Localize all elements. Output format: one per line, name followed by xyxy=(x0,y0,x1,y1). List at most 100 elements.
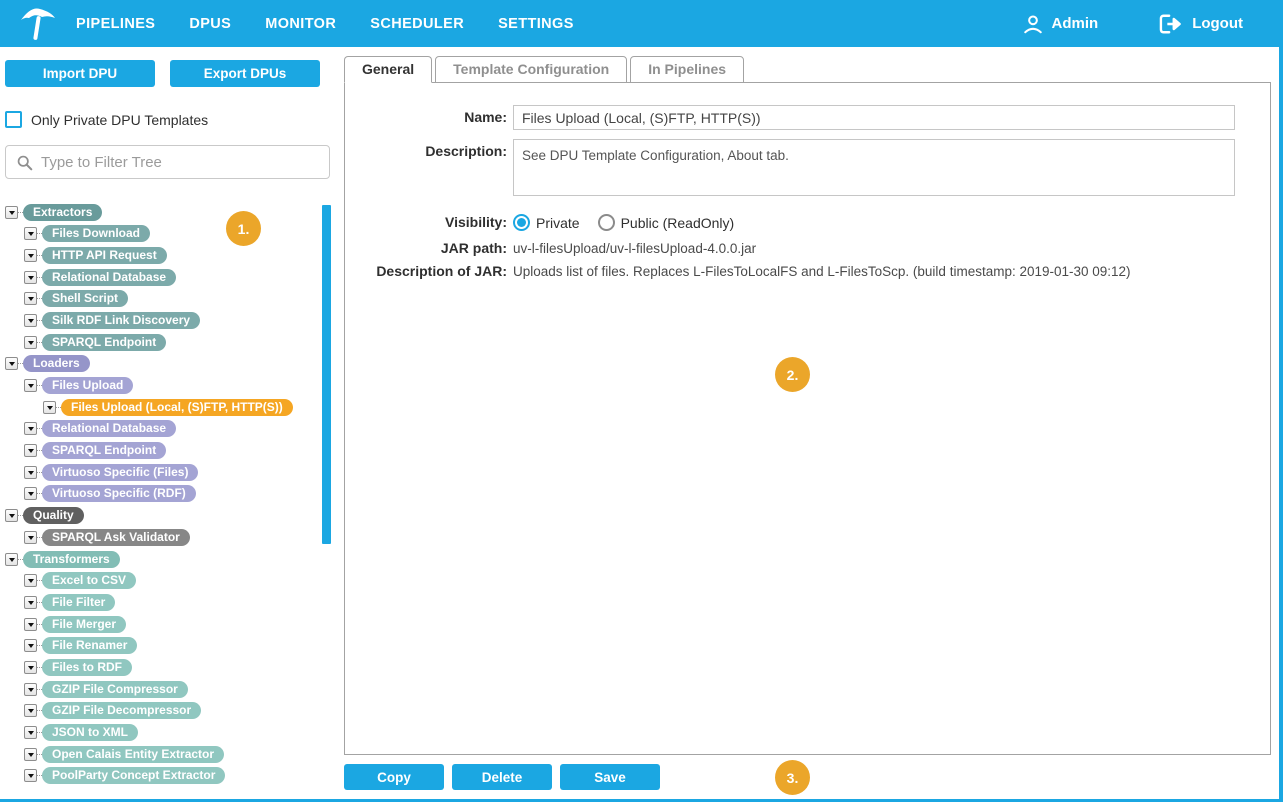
chevron-down-icon xyxy=(28,276,34,280)
top-navigation-bar: PIPELINES DPUS MONITOR SCHEDULER SETTINGS Ad… xyxy=(0,0,1283,47)
tree-expander-icon[interactable] xyxy=(24,444,37,457)
tree-item[interactable]: Open Calais Entity Extractor xyxy=(42,746,224,763)
radio-dot xyxy=(517,218,526,227)
only-private-templates-checkbox[interactable] xyxy=(5,111,22,128)
nav-item-dpus[interactable]: DPUS xyxy=(189,16,231,32)
chevron-down-icon xyxy=(28,449,34,453)
radio-unselected-icon[interactable] xyxy=(598,214,615,231)
tree-row: Relational Database xyxy=(0,268,340,286)
description-input[interactable] xyxy=(513,139,1235,196)
copy-button[interactable]: Copy xyxy=(344,764,444,790)
tree-item[interactable]: JSON to XML xyxy=(42,724,138,741)
tree-expander-icon[interactable] xyxy=(24,292,37,305)
tree-item[interactable]: File Renamer xyxy=(42,637,137,654)
tree-expander-icon[interactable] xyxy=(24,422,37,435)
tree-expander-icon[interactable] xyxy=(24,704,37,717)
tree-item[interactable]: HTTP API Request xyxy=(42,247,167,264)
dpu-template-tree: Extractors Files Download HTTP API Request… xyxy=(0,203,340,799)
chevron-down-icon xyxy=(9,558,15,562)
tree-item[interactable]: File Filter xyxy=(42,594,115,611)
tree-item[interactable]: File Merger xyxy=(42,616,126,633)
tree-item[interactable]: Files Download xyxy=(42,225,150,242)
tree-expander-icon[interactable] xyxy=(24,574,37,587)
chevron-down-icon xyxy=(9,211,15,215)
tree-expander-icon[interactable] xyxy=(24,661,37,674)
tree-item[interactable]: Transformers xyxy=(23,551,120,568)
tree-row: SPARQL Endpoint xyxy=(0,333,340,351)
tree-item[interactable]: Files Upload xyxy=(42,377,133,394)
tree-row: Transformers xyxy=(0,550,340,568)
tree-expander-icon[interactable] xyxy=(24,379,37,392)
tree-item[interactable]: Shell Script xyxy=(42,290,128,307)
tree-expander-icon[interactable] xyxy=(24,336,37,349)
tree-item[interactable]: Virtuoso Specific (Files) xyxy=(42,464,198,481)
import-dpu-button[interactable]: Import DPU xyxy=(5,60,155,87)
tree-item[interactable]: Virtuoso Specific (RDF) xyxy=(42,485,196,502)
chevron-down-icon xyxy=(9,514,15,518)
tree-item[interactable]: GZIP File Compressor xyxy=(42,681,188,698)
tree-item[interactable]: Loaders xyxy=(23,355,90,372)
tree-scrollbar[interactable] xyxy=(322,205,331,544)
nav-item-monitor[interactable]: MONITOR xyxy=(265,16,336,32)
tree-item[interactable]: Excel to CSV xyxy=(42,572,136,589)
tree-expander-icon[interactable] xyxy=(24,227,37,240)
visibility-option-label: Public (ReadOnly) xyxy=(621,215,735,231)
tab-in-pipelines[interactable]: In Pipelines xyxy=(630,56,744,83)
tree-item[interactable]: Silk RDF Link Discovery xyxy=(42,312,200,329)
nav-item-scheduler[interactable]: SCHEDULER xyxy=(370,16,464,32)
export-dpus-button[interactable]: Export DPUs xyxy=(170,60,320,87)
tree-expander-icon[interactable] xyxy=(43,401,56,414)
tree-item[interactable]: GZIP File Decompressor xyxy=(42,702,201,719)
tree-expander-icon[interactable] xyxy=(5,357,18,370)
nav-item-pipelines[interactable]: PIPELINES xyxy=(76,16,155,32)
tree-item[interactable]: SPARQL Ask Validator xyxy=(42,529,190,546)
tree-item[interactable]: Extractors xyxy=(23,204,102,221)
tree-item[interactable]: PoolParty Concept Extractor xyxy=(42,767,225,784)
tree-row: Quality xyxy=(0,507,340,525)
tree-expander-icon[interactable] xyxy=(5,553,18,566)
tree-row: Shell Script xyxy=(0,290,340,308)
tab-template-configuration[interactable]: Template Configuration xyxy=(435,56,627,83)
tree-expander-icon[interactable] xyxy=(24,748,37,761)
annotation-circle-2: 2. xyxy=(775,357,810,392)
tree-item-selected[interactable]: Files Upload (Local, (S)FTP, HTTP(S)) xyxy=(61,399,293,416)
tree-item[interactable]: SPARQL Endpoint xyxy=(42,334,166,351)
chevron-down-icon xyxy=(28,774,34,778)
tree-expander-icon[interactable] xyxy=(24,487,37,500)
tree-expander-icon[interactable] xyxy=(24,769,37,782)
user-menu[interactable]: Admin xyxy=(1022,13,1099,35)
name-input[interactable] xyxy=(513,105,1235,130)
save-button[interactable]: Save xyxy=(560,764,660,790)
tree-expander-icon[interactable] xyxy=(24,314,37,327)
chevron-down-icon xyxy=(28,254,34,258)
tree-expander-icon[interactable] xyxy=(24,726,37,739)
visibility-radio-public-readonly-[interactable]: Public (ReadOnly) xyxy=(598,214,735,231)
tree-item[interactable]: Quality xyxy=(23,507,84,524)
visibility-radio-private[interactable]: Private xyxy=(513,214,580,231)
logout-button[interactable]: Logout xyxy=(1158,13,1243,35)
tree-item[interactable]: Files to RDF xyxy=(42,659,132,676)
tree-expander-icon[interactable] xyxy=(24,466,37,479)
tree-expander-icon[interactable] xyxy=(24,531,37,544)
nav-item-settings[interactable]: SETTINGS xyxy=(498,16,574,32)
app-logo[interactable] xyxy=(18,4,62,44)
tree-row: Files Upload xyxy=(0,377,340,395)
tree-expander-icon[interactable] xyxy=(24,596,37,609)
radio-selected-icon[interactable] xyxy=(513,214,530,231)
delete-button[interactable]: Delete xyxy=(452,764,552,790)
tree-item[interactable]: Relational Database xyxy=(42,420,176,437)
tab-general[interactable]: General xyxy=(344,56,432,83)
tree-expander-icon[interactable] xyxy=(24,639,37,652)
tree-filter-input[interactable] xyxy=(33,146,329,178)
tree-item[interactable]: SPARQL Endpoint xyxy=(42,442,166,459)
tree-expander-icon[interactable] xyxy=(5,509,18,522)
tree-row: Relational Database xyxy=(0,420,340,438)
tree-item[interactable]: Relational Database xyxy=(42,269,176,286)
tree-expander-icon[interactable] xyxy=(24,683,37,696)
tree-expander-icon[interactable] xyxy=(24,618,37,631)
tree-expander-icon[interactable] xyxy=(24,271,37,284)
tree-row: Files Upload (Local, (S)FTP, HTTP(S)) xyxy=(0,398,340,416)
tree-row: GZIP File Decompressor xyxy=(0,702,340,720)
tree-expander-icon[interactable] xyxy=(24,249,37,262)
tree-expander-icon[interactable] xyxy=(5,206,18,219)
